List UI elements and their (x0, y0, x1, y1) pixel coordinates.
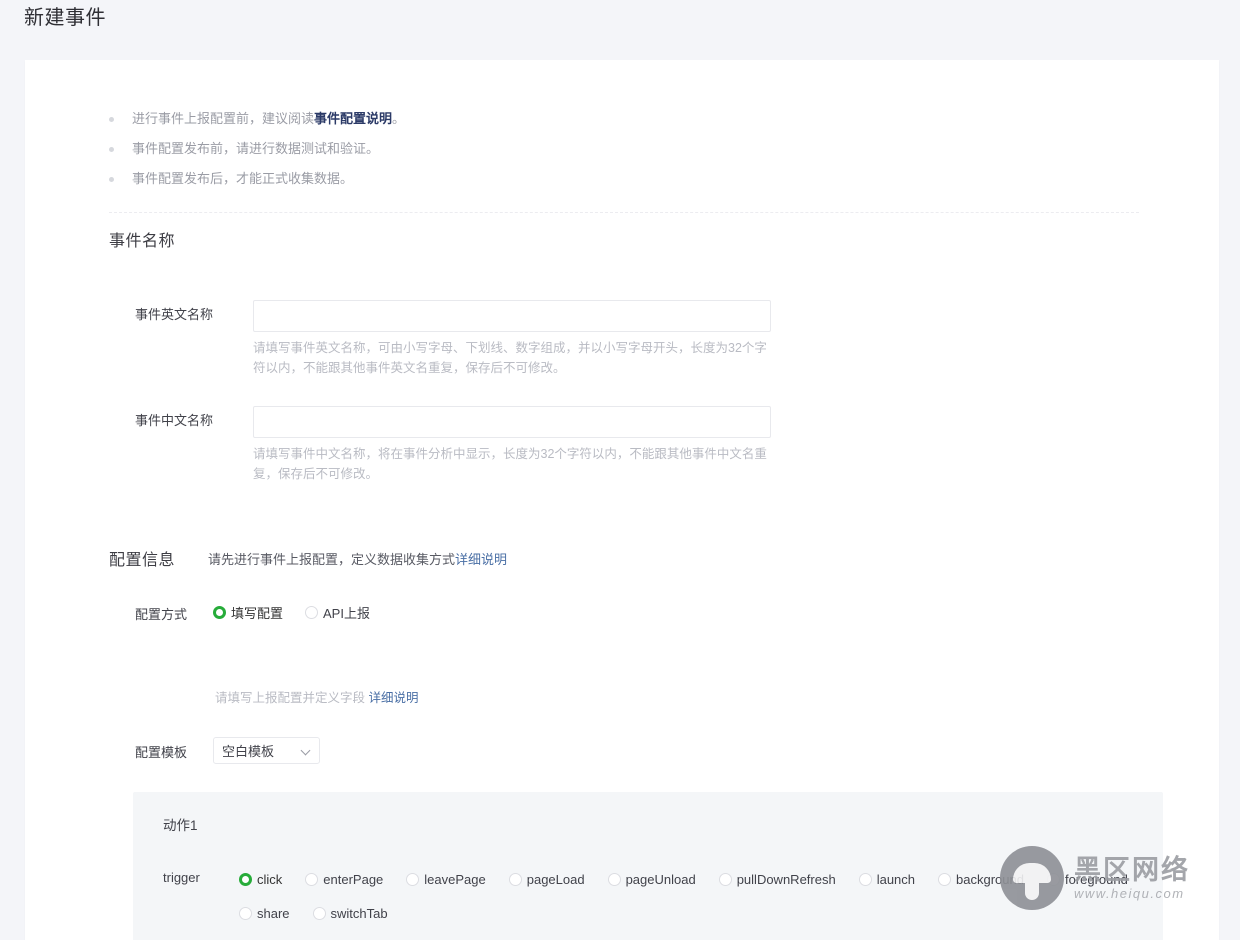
config-method-help-text: 请填写上报配置并定义字段 (215, 691, 366, 705)
radio-label: leavePage (424, 871, 486, 887)
chevron-down-icon (301, 746, 311, 756)
trigger-radio-pageUnload[interactable]: pageUnload (607, 871, 696, 887)
event-english-name-label: 事件英文名称 (135, 307, 214, 322)
trigger-radio-foreground[interactable]: foreground (1046, 871, 1128, 887)
trigger-radio-pageLoad[interactable]: pageLoad (508, 871, 585, 887)
radio-unchecked-icon (312, 906, 326, 920)
trigger-radio-click[interactable]: click (239, 872, 282, 887)
radio-label: pullDownRefresh (736, 871, 836, 887)
event-chinese-name-label: 事件中文名称 (135, 413, 214, 428)
radio-unchecked-icon (305, 606, 319, 619)
radio-label: switchTab (330, 905, 388, 921)
section-heading-config-info: 配置信息 (109, 552, 176, 569)
radio-checked-icon (213, 606, 226, 619)
radio-checked-icon (239, 872, 252, 886)
radio-label: launch (876, 871, 916, 887)
new-event-form-card: 进行事件上报配置前，建议阅读事件配置说明。 事件配置发布前，请进行数据测试和验证… (25, 60, 1219, 940)
bullet-icon (109, 147, 114, 152)
page-title: 新建事件 (24, 7, 106, 29)
notice-list: 进行事件上报配置前，建议阅读事件配置说明。 事件配置发布前，请进行数据测试和验证… (109, 104, 1009, 194)
config-info-detail-link[interactable]: 详细说明 (455, 552, 507, 567)
radio-label: enterPage (323, 871, 384, 887)
event-config-doc-link[interactable]: 事件配置说明 (314, 111, 392, 126)
action-panel-title: 动作1 (163, 818, 198, 833)
section-divider (109, 212, 1139, 213)
trigger-radio-switchTab[interactable]: switchTab (312, 905, 388, 921)
config-method-radio-API上报[interactable]: API上报 (305, 603, 370, 622)
radio-label: background (956, 871, 1024, 887)
action-panel: 动作1 trigger click enterPage leavePage pageL… (133, 792, 1163, 940)
notice-text: 进行事件上报配置前，建议阅读 (132, 111, 315, 126)
radio-unchecked-icon (508, 872, 522, 886)
radio-label: share (257, 905, 290, 921)
event-chinese-name-help: 请填写事件中文名称，将在事件分析中显示，长度为32个字符以内，不能跟其他事件中文… (253, 447, 767, 481)
radio-unchecked-icon (239, 906, 252, 920)
trigger-radio-group: click enterPage leavePage pageLoad pageUnloa… (239, 868, 1139, 936)
bullet-icon (109, 177, 114, 182)
radio-unchecked-icon (607, 872, 621, 886)
bullet-icon (109, 117, 114, 122)
notice-text: 事件配置发布后，才能正式收集数据。 (132, 171, 354, 186)
list-item: 进行事件上报配置前，建议阅读事件配置说明。 (109, 104, 1009, 134)
trigger-radio-leavePage[interactable]: leavePage (406, 871, 486, 887)
section-heading-event-name: 事件名称 (109, 233, 176, 250)
config-info-subtitle-text: 请先进行事件上报配置，定义数据收集方式 (208, 552, 456, 567)
event-english-name-input[interactable] (253, 300, 771, 332)
config-method-radio-group: 填写配置 API上报 (213, 603, 392, 622)
list-item: 事件配置发布后，才能正式收集数据。 (109, 164, 1009, 194)
trigger-radio-pullDownRefresh[interactable]: pullDownRefresh (718, 871, 836, 887)
config-method-help: 请填写上报配置并定义字段 详细说明 (215, 688, 419, 708)
notice-text: 事件配置发布前，请进行数据测试和验证。 (132, 141, 380, 156)
radio-label: click (257, 871, 283, 887)
trigger-radio-row: click enterPage leavePage pageLoad pageUnloa… (239, 868, 1139, 890)
config-method-radio-填写配置[interactable]: 填写配置 (213, 603, 283, 622)
radio-unchecked-icon (858, 872, 872, 886)
radio-unchecked-icon (305, 872, 319, 886)
radio-label: 填写配置 (231, 606, 284, 621)
trigger-radio-share[interactable]: share (239, 906, 290, 921)
event-english-name-help: 请填写事件英文名称，可由小写字母、下划线、数字组成，并以小写字母开头，长度为32… (253, 341, 767, 375)
config-method-label: 配置方式 (135, 607, 188, 622)
trigger-radio-background[interactable]: background (938, 872, 1024, 887)
config-method-detail-link[interactable]: 详细说明 (369, 691, 419, 705)
radio-unchecked-icon (1046, 872, 1060, 886)
event-chinese-name-input[interactable] (253, 406, 771, 438)
config-template-label: 配置模板 (135, 745, 188, 760)
radio-label: pageUnload (625, 871, 696, 887)
trigger-label: trigger (163, 870, 200, 885)
trigger-radio-enterPage[interactable]: enterPage (305, 872, 383, 887)
radio-unchecked-icon (718, 872, 732, 886)
radio-label: pageLoad (526, 871, 585, 887)
config-template-select[interactable]: 空白模板 (213, 737, 320, 764)
radio-unchecked-icon (406, 872, 420, 886)
radio-label: API上报 (323, 606, 370, 621)
config-template-selected-value: 空白模板 (222, 744, 275, 759)
config-info-subtitle: 请先进行事件上报配置，定义数据收集方式详细说明 (208, 550, 507, 570)
radio-unchecked-icon (938, 872, 952, 886)
trigger-radio-launch[interactable]: launch (858, 871, 916, 887)
trigger-radio-row: share switchTab (239, 902, 1139, 924)
notice-text-after: 。 (392, 111, 406, 126)
list-item: 事件配置发布前，请进行数据测试和验证。 (109, 134, 1009, 164)
radio-label: foreground (1064, 871, 1128, 887)
